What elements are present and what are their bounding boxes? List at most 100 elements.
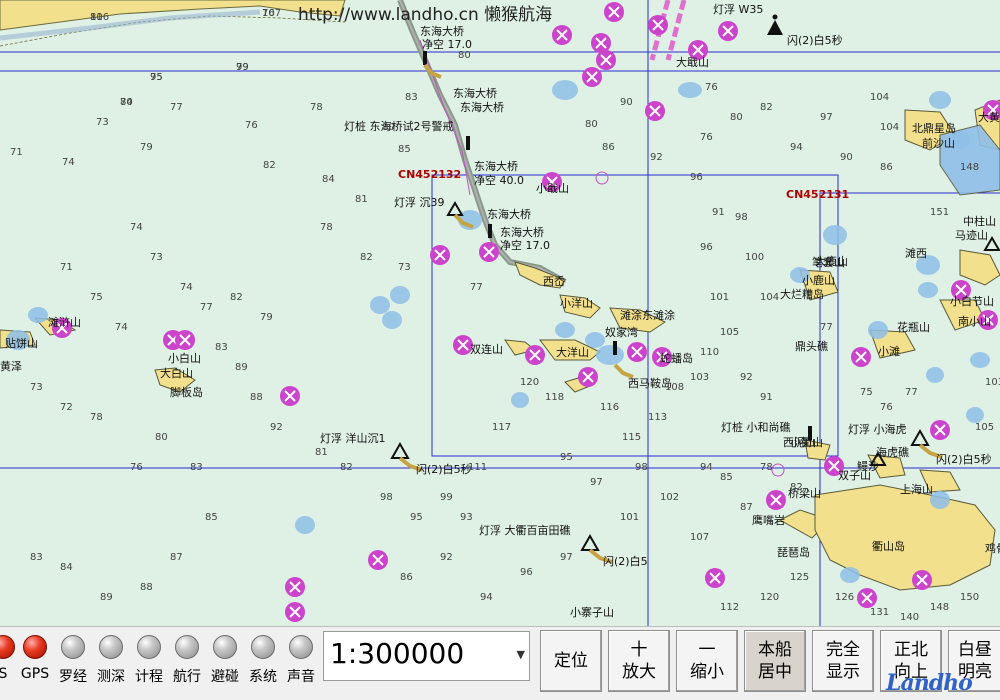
depth-sounding: 99 bbox=[236, 62, 249, 73]
depth-sounding: 110 bbox=[700, 347, 719, 358]
depth-sounding: 85 bbox=[398, 144, 411, 155]
indicator[interactable]: 声音 bbox=[278, 635, 324, 686]
scale-value: 1:300000 bbox=[330, 637, 465, 670]
depth-sounding: 93 bbox=[460, 512, 473, 523]
place-label: 滩浒山 bbox=[48, 315, 81, 329]
depth-sounding: 105 bbox=[975, 422, 994, 433]
depth-sounding: 86 bbox=[400, 572, 413, 583]
zoom-in-button[interactable]: 十 放大 bbox=[608, 630, 670, 692]
center-own-ship-button[interactable]: 本船 居中 bbox=[744, 630, 806, 692]
navaid-label: 净空 17.0 bbox=[500, 238, 550, 252]
place-label: 衢山岛 bbox=[872, 539, 905, 553]
depth-sounding: 101 bbox=[620, 512, 639, 523]
depth-sounding: 148 bbox=[960, 162, 979, 173]
depth-sounding: 140 bbox=[900, 612, 919, 623]
place-label: 小寨子山 bbox=[570, 605, 614, 619]
depth-sounding: 90 bbox=[620, 97, 633, 108]
depth-sounding: 94 bbox=[480, 592, 493, 603]
navaid-label: 东海大桥 bbox=[487, 207, 531, 221]
depth-sounding: 97 bbox=[560, 552, 573, 563]
navaid-label: 闪(2)白5秒 bbox=[936, 452, 992, 466]
place-label: 双连山 bbox=[470, 343, 503, 356]
depth-sounding: 125 bbox=[790, 572, 809, 583]
depth-sounding: 77 bbox=[200, 302, 213, 313]
depth-sounding: 120 bbox=[520, 377, 539, 388]
depth-sounding: 92 bbox=[270, 422, 283, 433]
place-label: 前沙山 bbox=[922, 136, 955, 150]
depth-sounding: 118 bbox=[545, 392, 564, 403]
dropdown-arrow-icon[interactable]: ▼ bbox=[517, 648, 525, 661]
full-view-button[interactable]: 完全 显示 bbox=[812, 630, 874, 692]
place-label: 小白山 bbox=[168, 351, 201, 365]
navaid-label: 东海大桥 bbox=[453, 86, 497, 100]
depth-sounding: 77 bbox=[170, 102, 183, 113]
depth-sounding: 80 bbox=[730, 112, 743, 123]
navaid-label: 灯桩 小和尚礁 bbox=[721, 420, 791, 434]
navaid-label: 灯浮 W35 bbox=[713, 3, 763, 16]
depth-sounding: 81 bbox=[315, 447, 328, 458]
place-label: 鸡骨 bbox=[985, 541, 1000, 555]
cell-label: CN452132 bbox=[398, 168, 461, 181]
place-label: 黄泽 bbox=[0, 359, 22, 373]
depth-sounding: 98 bbox=[735, 212, 748, 223]
place-label: 奴家湾 bbox=[605, 325, 638, 339]
depth-sounding: 76 bbox=[705, 82, 718, 93]
navaid-label: 闪(2)白5 bbox=[603, 554, 648, 568]
place-label: 滩涂 bbox=[620, 308, 642, 322]
place-label: 小衢山 bbox=[790, 436, 823, 449]
depth-sounding: 94 bbox=[790, 142, 803, 153]
depth-sounding: 80 bbox=[458, 50, 471, 61]
nautical-chart[interactable]: CN452132 CN452131 http://www.landho.cn 懒… bbox=[0, 0, 1000, 626]
depth-sounding: 83 bbox=[30, 552, 43, 563]
place-label: 蛇蟠岛 bbox=[660, 351, 693, 365]
depth-sounding: 87 bbox=[740, 502, 753, 513]
place-label: 中柱山 bbox=[963, 214, 996, 228]
place-label: 小鹿山 bbox=[802, 273, 835, 287]
depth-sounding: 99 bbox=[440, 492, 453, 503]
depth-sounding: 85 bbox=[720, 472, 733, 483]
depth-sounding: 115 bbox=[622, 432, 641, 443]
depth-sounding: 82 bbox=[263, 160, 276, 171]
depth-sounding: 94 bbox=[700, 462, 713, 473]
place-label: 北鼎星岛 bbox=[912, 121, 956, 135]
depth-sounding: 75 bbox=[90, 292, 103, 303]
place-label: 双子山 bbox=[838, 469, 871, 482]
depth-sounding: 80 bbox=[585, 119, 598, 130]
depth-sounding: 100 bbox=[745, 252, 764, 263]
depth-sounding: 74 bbox=[180, 282, 193, 293]
depth-sounding: 83 bbox=[405, 92, 418, 103]
depth-sounding: 91 bbox=[760, 392, 773, 403]
brand-logo: Landho bbox=[886, 670, 973, 696]
depth-sounding: 131 bbox=[870, 607, 889, 618]
depth-sounding: 95 bbox=[150, 72, 163, 83]
depth-sounding: 84 bbox=[322, 174, 335, 185]
place-label: 贴饼山 bbox=[5, 336, 38, 350]
depth-sounding: 92 bbox=[740, 372, 753, 383]
depth-sounding: 90 bbox=[840, 152, 853, 163]
depth-sounding: 73 bbox=[30, 382, 43, 393]
place-label: 大烂糟岛 bbox=[780, 287, 824, 301]
depth-sounding: 77 bbox=[820, 322, 833, 333]
depth-sounding: 82 bbox=[340, 462, 353, 473]
zoom-out-button[interactable]: 一 缩小 bbox=[676, 630, 738, 692]
depth-sounding: 97 bbox=[820, 112, 833, 123]
scale-selector[interactable]: 1:300000 ▼ bbox=[323, 631, 530, 681]
place-label: 鼎头礁 bbox=[795, 339, 828, 353]
depth-sounding: 77 bbox=[470, 282, 483, 293]
place-label: 马迹山 bbox=[955, 229, 988, 242]
status-led-icon bbox=[23, 635, 47, 659]
depth-sounding: 79 bbox=[140, 142, 153, 153]
depth-sounding: 73 bbox=[96, 117, 109, 128]
place-label: 小戢山 bbox=[536, 182, 569, 195]
status-led-icon bbox=[137, 635, 161, 659]
depth-sounding: 71 bbox=[60, 262, 73, 273]
depth-sounding: 91 bbox=[712, 207, 725, 218]
navaid-label: 东海大桥 bbox=[420, 24, 464, 38]
place-label: 西岙 bbox=[543, 275, 565, 288]
depth-sounding: 92 bbox=[440, 552, 453, 563]
depth-sounding: 103 bbox=[985, 377, 1000, 388]
depth-sounding: 80 bbox=[155, 432, 168, 443]
depth-sounding: 150 bbox=[960, 592, 979, 603]
locate-button[interactable]: 定位 bbox=[540, 630, 602, 692]
place-label: 小白节山 bbox=[950, 294, 994, 308]
